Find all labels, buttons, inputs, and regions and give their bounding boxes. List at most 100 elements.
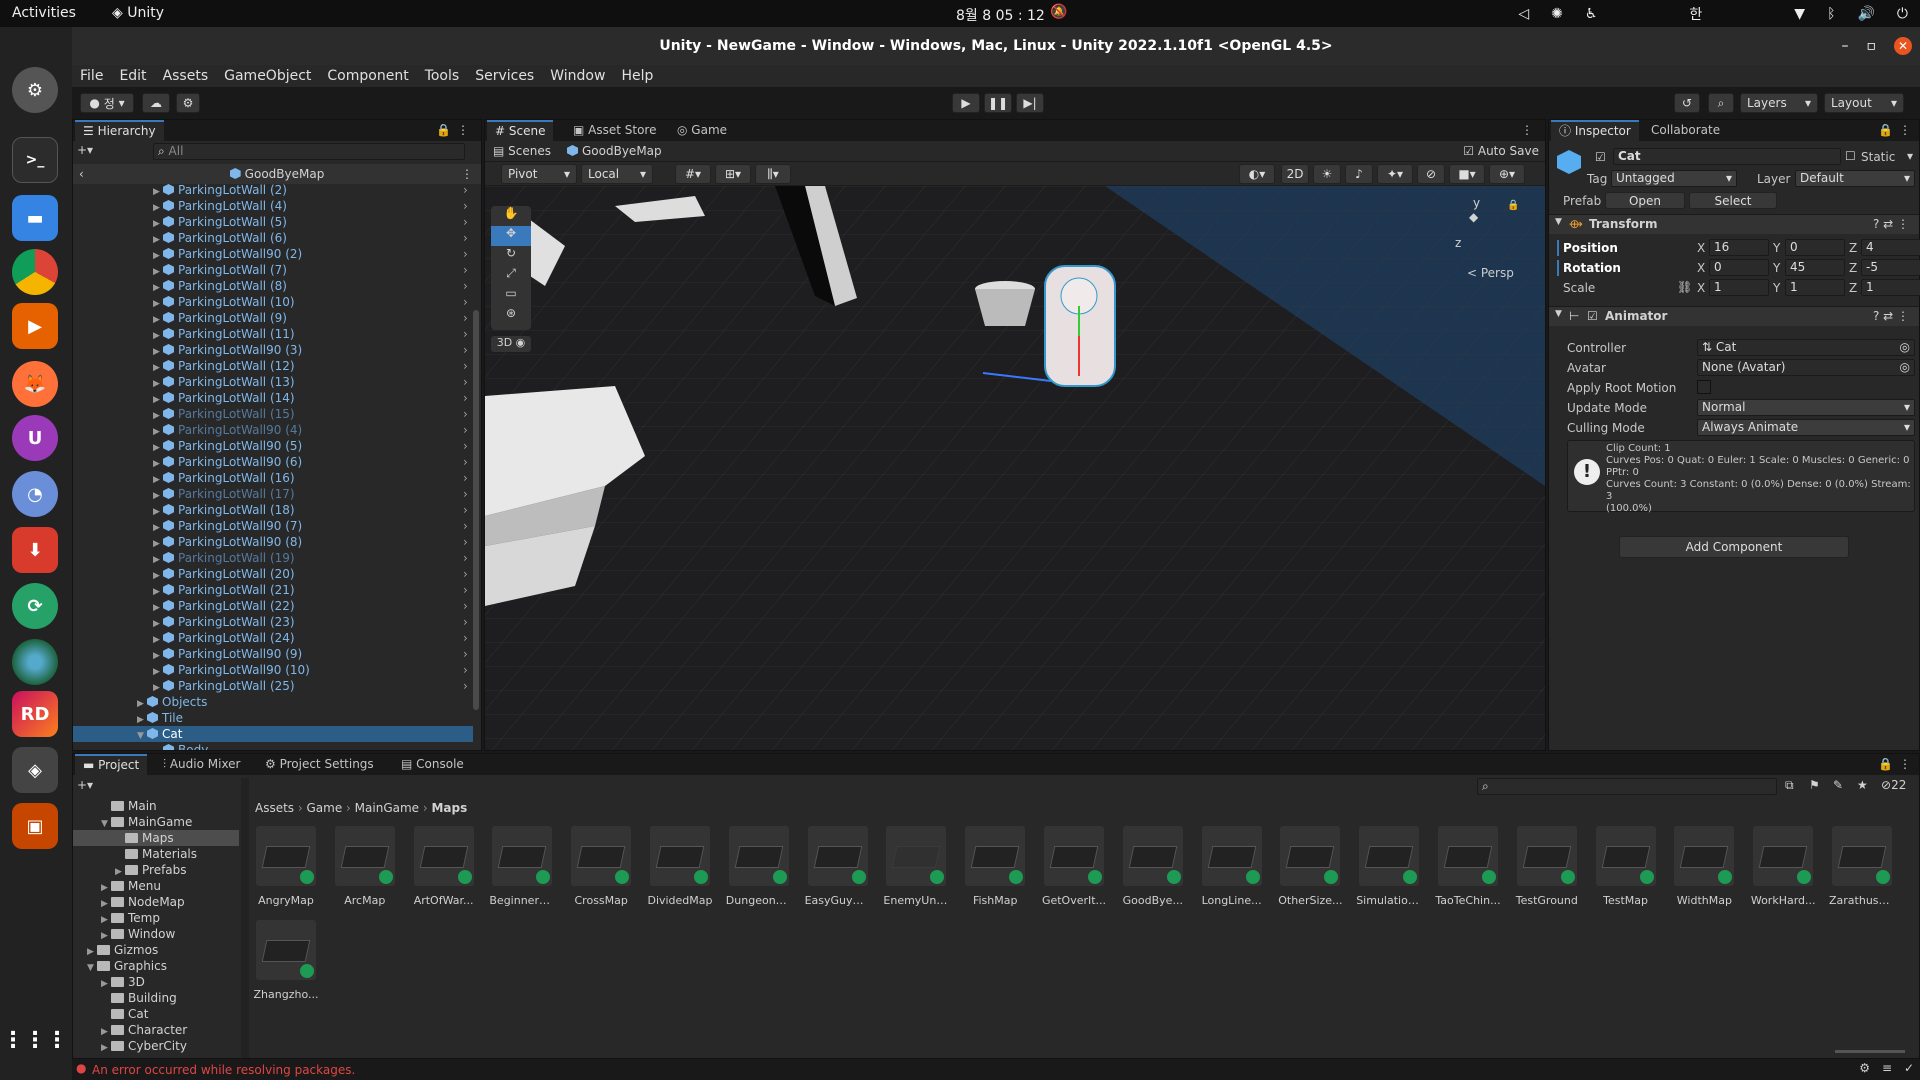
hierarchy-item[interactable]: ▶ ParkingLotWall (20) › [153,566,468,582]
project-search-input[interactable]: ⌕ [1477,778,1777,795]
tab-inspector[interactable]: ⓘ Inspector [1551,120,1639,141]
menu-help[interactable]: Help [613,68,661,84]
hierarchy-item[interactable]: ▶ ParkingLotWall (7) › [153,262,468,278]
menu-services[interactable]: Services [467,68,542,84]
hierarchy-item[interactable]: ▶ ParkingLotWall (4) › [153,198,468,214]
breadcrumb-item[interactable]: MainGame [355,801,419,815]
more-menu-icon[interactable]: ⋮ [1899,123,1911,137]
menu-tools[interactable]: Tools [417,68,468,84]
hierarchy-item[interactable]: ▶ ParkingLotWall (5) › [153,214,468,230]
search-button[interactable]: ⌕ [1708,93,1734,113]
unity-hub-icon[interactable]: U [12,415,58,461]
asset-item[interactable]: DungeonM... [726,826,792,907]
open-prefab-icon[interactable]: › [463,390,468,406]
asset-item[interactable]: CrossMap [568,826,634,907]
open-prefab-icon[interactable]: › [463,246,468,262]
asset-item[interactable]: TestGround [1514,826,1580,907]
open-prefab-icon[interactable]: › [463,454,468,470]
tree-scrollbar[interactable] [241,778,249,1058]
asset-item[interactable]: AngryMap [253,826,319,907]
project-folder-item[interactable]: ▶ Character [73,1022,239,1038]
hierarchy-item[interactable]: ▶ ParkingLotWall90 (8) › [153,534,468,550]
hierarchy-item-objects[interactable]: ▶ Objects [137,694,207,710]
open-prefab-icon[interactable]: › [463,470,468,486]
hierarchy-item[interactable]: ▶ ParkingLotWall90 (4) › [153,422,468,438]
project-folder-item[interactable]: Materials [73,846,239,862]
menu-assets[interactable]: Assets [155,68,217,84]
auto-save-toggle[interactable]: ☑ Auto Save [1463,141,1539,161]
rider-icon[interactable]: RD [12,691,58,737]
file-manager-icon[interactable]: ▬ [12,195,58,241]
hierarchy-scrollbar[interactable] [473,310,479,710]
hierarchy-item[interactable]: ▶ ParkingLotWall (14) › [153,390,468,406]
hidden-count[interactable]: ⊘22 [1881,778,1906,792]
asset-item[interactable]: EasyGuyM... [805,826,871,907]
downloader-icon[interactable]: ⬇ [12,527,58,573]
hierarchy-item-cat[interactable]: ▼ Cat [73,726,473,742]
tag-dropdown[interactable]: Untagged ▾ [1611,170,1737,187]
cloud-button[interactable]: ☁ [142,93,170,113]
asset-item[interactable]: TestMap [1593,826,1659,907]
volume-icon[interactable]: 🔊 [1857,6,1874,22]
open-prefab-icon[interactable]: › [463,614,468,630]
open-prefab-icon[interactable]: › [463,678,468,694]
terminal-icon[interactable]: >_ [12,137,58,183]
tab-scene[interactable]: # Scene [487,120,554,141]
culling-mode-dropdown[interactable]: Always Animate ▾ [1697,419,1915,436]
project-folder-item[interactable]: Main [73,798,239,814]
hierarchy-item[interactable]: ▶ ParkingLotWall (18) › [153,502,468,518]
maximize-button[interactable]: ▫ [1867,27,1877,65]
rect-tool-icon[interactable]: ▭ [491,286,531,306]
asset-item[interactable]: EnemyUnit... [883,826,949,907]
tab-collaborate[interactable]: Collaborate [1643,120,1728,141]
asset-item[interactable]: Simulation... [1356,826,1422,907]
status-error-message[interactable]: An error occurred while resolving packag… [92,1063,355,1077]
orientation-gizmo[interactable]: y z ◆ 🔒 [1455,196,1535,266]
object-picker-icon[interactable]: ◎ [1900,340,1910,355]
more-menu-icon[interactable]: ⋮ [461,164,473,184]
open-prefab-icon[interactable]: › [463,406,468,422]
hand-tool-icon[interactable]: ✋ [491,206,531,226]
power-icon[interactable]: ⏻ [1897,6,1908,22]
breadcrumb-item[interactable]: Maps [431,801,467,815]
lock-icon[interactable]: 🔒 [1878,123,1893,137]
more-menu-icon[interactable]: ⋮ [457,123,469,137]
asset-item[interactable]: ArtOfWar... [411,826,477,907]
move-tool-icon[interactable]: ✥ [491,226,531,246]
hierarchy-item[interactable]: ▶ ParkingLotWall90 (3) › [153,342,468,358]
hierarchy-item[interactable]: ▶ ParkingLotWall (24) › [153,630,468,646]
tab-project[interactable]: ▬ Project [75,754,148,775]
hierarchy-item[interactable]: ▶ ParkingLotWall (13) › [153,374,468,390]
hierarchy-item[interactable]: ▶ ParkingLotWall (21) › [153,582,468,598]
hierarchy-item[interactable]: ▶ ParkingLotWall (11) › [153,326,468,342]
perspective-toggle[interactable]: < Persp [1467,266,1514,280]
open-prefab-icon[interactable]: › [463,310,468,326]
hierarchy-item[interactable]: ▶ ParkingLotWall (2) › [153,182,468,198]
lighting-toggle[interactable]: ☀ [1313,164,1341,184]
prefab-select-button[interactable]: Select [1689,192,1777,209]
pivot-dropdown[interactable]: Pivot ▾ [501,164,577,184]
menu-window[interactable]: Window [542,68,613,84]
audio-toggle[interactable]: ♪ [1345,164,1373,184]
sync-icon[interactable]: ⟳ [12,583,58,629]
hierarchy-item[interactable]: ▶ ParkingLotWall (16) › [153,470,468,486]
align-button[interactable]: ⫼▾ [755,164,791,184]
hierarchy-item[interactable]: ▶ ParkingLotWall90 (6) › [153,454,468,470]
menu-component[interactable]: Component [319,68,416,84]
project-folder-item[interactable]: Building [73,990,239,1006]
play-button[interactable]: ▶ [952,93,980,113]
back-icon[interactable]: ‹ [79,164,84,184]
hierarchy-item[interactable]: ▶ ParkingLotWall90 (7) › [153,518,468,534]
add-component-button[interactable]: Add Component [1619,536,1849,558]
thumbnail-size-slider[interactable] [1835,1050,1905,1053]
step-button[interactable]: ▶| [1016,93,1044,113]
video-player-icon[interactable]: ▶ [12,303,58,349]
unity-editor-icon[interactable]: ◈ [12,747,58,793]
hierarchy-item[interactable]: ▶ ParkingLotWall (15) › [153,406,468,422]
create-asset-button[interactable]: +▾ [77,778,93,792]
static-checkbox[interactable]: ☐ [1845,149,1856,163]
breadcrumb-item[interactable]: Game [307,801,343,815]
tag-icon[interactable]: ✎ [1833,778,1843,792]
hierarchy-item[interactable]: ▶ ParkingLotWall90 (2) › [153,246,468,262]
3d-tool-toggle[interactable]: 3D ◉ [491,336,531,352]
